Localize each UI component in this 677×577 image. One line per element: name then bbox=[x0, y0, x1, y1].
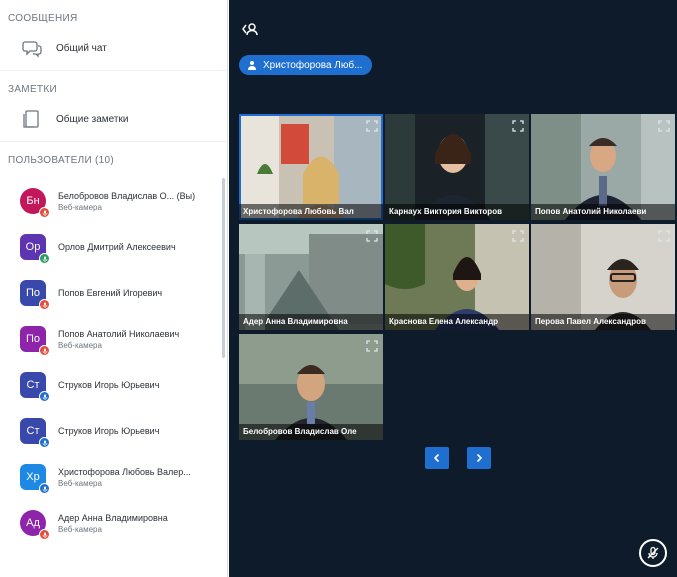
video-tile[interactable]: Адер Анна Владимировна bbox=[239, 224, 383, 330]
avatar-initials: Ор bbox=[25, 241, 41, 253]
participant-name: Карнаух Виктория Викторов bbox=[385, 204, 529, 220]
avatar: По bbox=[20, 326, 50, 356]
avatar: Хр bbox=[20, 464, 50, 494]
user-list-item[interactable]: Ад Адер Анна Владимировна Веб-камера bbox=[0, 500, 227, 546]
user-list-item[interactable]: Ор Орлов Дмитрий Алексеевич bbox=[0, 224, 227, 270]
user-status: Веб-камера bbox=[58, 340, 102, 350]
shared-notes-label: Общие заметки bbox=[56, 113, 129, 125]
users-toggle-icon bbox=[242, 23, 258, 36]
participant-name: Перова Павел Александров bbox=[531, 314, 675, 330]
fullscreen-icon[interactable] bbox=[366, 339, 378, 352]
avatar: Ор bbox=[20, 234, 50, 264]
messages-header: СООБЩЕНИЯ bbox=[8, 13, 78, 24]
video-tile[interactable]: Карнаух Виктория Викторов bbox=[385, 114, 529, 220]
divider bbox=[0, 70, 227, 71]
avatar: Бн bbox=[20, 188, 50, 218]
participant-name: Краснова Елена Александр bbox=[385, 314, 529, 330]
mic-status-icon bbox=[39, 437, 50, 448]
video-area: Христофорова Люб... Христофорова Любовь … bbox=[229, 0, 677, 577]
mic-status-icon bbox=[39, 345, 50, 356]
user-name: Белобровов Владислав О... (Вы) bbox=[58, 190, 196, 201]
participant-name: Попов Анатолий Николаеви bbox=[531, 204, 675, 220]
user-name: Струков Игорь Юрьевич bbox=[58, 380, 160, 390]
mic-off-icon bbox=[647, 546, 659, 559]
user-status: Веб-камера bbox=[58, 524, 102, 534]
presenter-name: Христофорова Люб... bbox=[263, 59, 363, 71]
sidebar-scrollbar[interactable] bbox=[222, 178, 225, 358]
user-list-item[interactable]: Ст Струков Игорь Юрьевич bbox=[0, 408, 227, 454]
user-list: Бн Белобровов Владислав О... (Вы) Веб-каме… bbox=[0, 178, 227, 546]
presenter-badge[interactable]: Христофорова Люб... bbox=[239, 55, 373, 75]
avatar-initials: Ад bbox=[26, 517, 40, 529]
chevron-right-icon bbox=[476, 453, 483, 463]
avatar-initials: По bbox=[25, 287, 41, 299]
fullscreen-icon[interactable] bbox=[658, 119, 670, 132]
mic-status-icon bbox=[39, 207, 50, 218]
user-name: Струков Игорь Юрьевич bbox=[58, 426, 160, 436]
mic-status-icon bbox=[39, 253, 50, 264]
participant-name: Христофорова Любовь Вал bbox=[239, 204, 383, 220]
fullscreen-icon[interactable] bbox=[512, 119, 524, 132]
public-chat-item[interactable]: Общий чат bbox=[0, 28, 227, 68]
fullscreen-icon[interactable] bbox=[366, 229, 378, 242]
user-list-item[interactable]: Бн Белобровов Владислав О... (Вы) Веб-каме… bbox=[0, 178, 227, 224]
user-name: Орлов Дмитрий Алексеевич bbox=[58, 242, 176, 252]
chevron-left-icon bbox=[433, 453, 440, 463]
mic-status-icon bbox=[39, 391, 50, 402]
user-name: Адер Анна Владимировна bbox=[58, 512, 168, 523]
user-list-item[interactable]: Ст Струков Игорь Юрьевич bbox=[0, 362, 227, 408]
next-page-button[interactable] bbox=[467, 447, 491, 469]
users-header: ПОЛЬЗОВАТЕЛИ (10) bbox=[8, 155, 114, 166]
mic-status-icon bbox=[39, 529, 50, 540]
avatar: По bbox=[20, 280, 50, 310]
avatar: Ст bbox=[20, 372, 50, 402]
user-list-item[interactable]: По Попов Анатолий Николаевич Веб-камера bbox=[0, 316, 227, 362]
shared-notes-item[interactable]: Общие заметки bbox=[0, 99, 227, 139]
video-tile[interactable]: Краснова Елена Александр bbox=[385, 224, 529, 330]
fullscreen-icon[interactable] bbox=[658, 229, 670, 242]
avatar: Ст bbox=[20, 418, 50, 448]
video-tile[interactable]: Белобровов Владислав Оле bbox=[239, 334, 383, 440]
avatar-initials: Бн bbox=[26, 195, 40, 207]
public-chat-label: Общий чат bbox=[56, 42, 107, 54]
mic-status-icon bbox=[39, 483, 50, 494]
avatar: Ад bbox=[20, 510, 50, 540]
video-tile[interactable]: Христофорова Любовь Вал bbox=[239, 114, 383, 220]
avatar-initials: Ст bbox=[26, 425, 40, 437]
notes-header: ЗАМЕТКИ bbox=[8, 84, 57, 95]
participant-name: Адер Анна Владимировна bbox=[239, 314, 383, 330]
avatar-initials: По bbox=[25, 333, 41, 345]
user-status: Веб-камера bbox=[58, 478, 102, 488]
video-tile[interactable]: Попов Анатолий Николаеви bbox=[531, 114, 675, 220]
avatar-initials: Хр bbox=[26, 471, 40, 483]
participant-name: Белобровов Владислав Оле bbox=[239, 424, 383, 440]
mute-button[interactable] bbox=[639, 539, 667, 567]
divider bbox=[0, 141, 227, 142]
user-name: Попов Евгений Игоревич bbox=[58, 288, 163, 298]
user-list-item[interactable]: Хр Христофорова Любовь Валер... Веб-камера bbox=[0, 454, 227, 500]
video-tile[interactable]: Перова Павел Александров bbox=[531, 224, 675, 330]
notes-icon bbox=[22, 109, 42, 129]
fullscreen-icon[interactable] bbox=[512, 229, 524, 242]
user-name: Попов Анатолий Николаевич bbox=[58, 328, 180, 339]
hide-panel-button[interactable] bbox=[241, 20, 259, 43]
user-list-item[interactable]: По Попов Евгений Игоревич bbox=[0, 270, 227, 316]
chat-icon bbox=[22, 38, 42, 58]
fullscreen-icon[interactable] bbox=[366, 119, 378, 132]
user-status: Веб-камера bbox=[58, 202, 102, 212]
avatar-initials: Ст bbox=[26, 379, 40, 391]
sidebar: СООБЩЕНИЯ Общий чат ЗАМЕТКИ Общие заметк… bbox=[0, 0, 228, 577]
presenter-icon bbox=[247, 60, 257, 70]
mic-status-icon bbox=[39, 299, 50, 310]
user-name: Христофорова Любовь Валер... bbox=[58, 466, 191, 477]
prev-page-button[interactable] bbox=[425, 447, 449, 469]
